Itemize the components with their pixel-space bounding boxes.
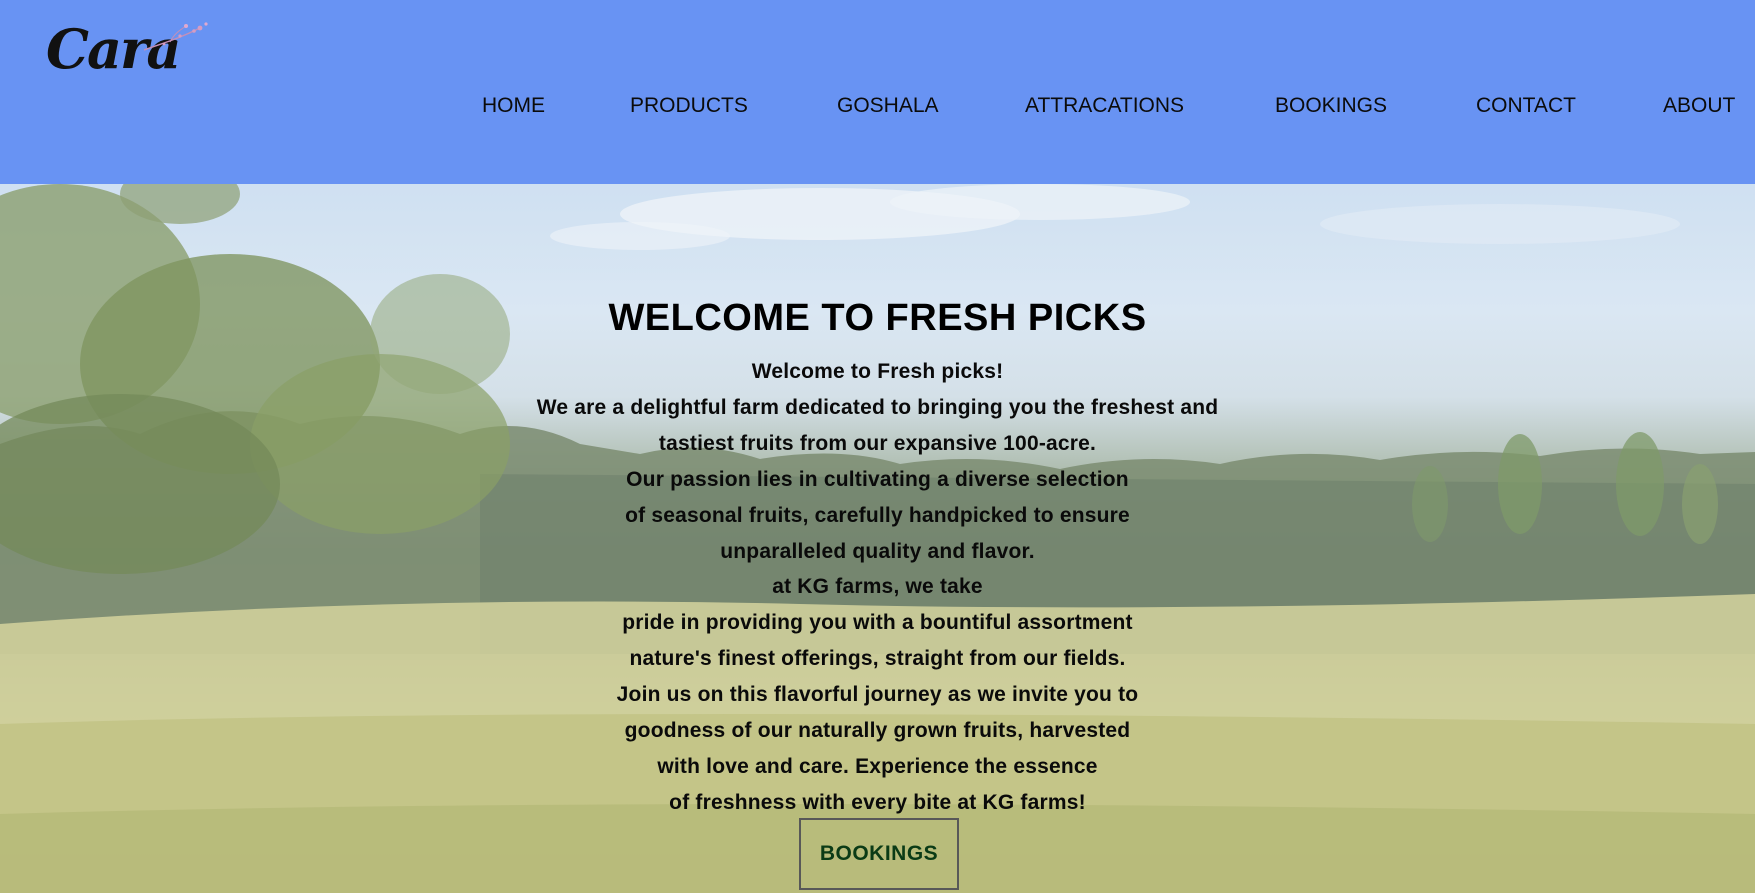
hero-text-line: of seasonal fruits, carefully handpicked… — [625, 503, 1130, 527]
nav-home[interactable]: HOME — [482, 92, 545, 120]
hero-text-line: of freshness with every bite at KG farms… — [669, 790, 1086, 814]
hero-text-line: Join us on this flavorful journey as we … — [616, 683, 1139, 707]
hero-text-line: We are a delightful farm dedicated to br… — [536, 395, 1219, 419]
hero-text-line: unparalleled quality and flavor. — [720, 539, 1035, 563]
nav-attracations[interactable]: ATTRACATIONS — [1025, 92, 1184, 120]
hero-text-line: pride in providing you with a bountiful … — [622, 611, 1133, 635]
nav-about[interactable]: ABOUT — [1663, 92, 1735, 120]
flower-sprig-icon — [143, 22, 208, 51]
hero-description: Welcome to Fresh picks! We are a delight… — [0, 354, 1755, 821]
page: Cara HOME PRODUCTS GOSHALA ATTRACATIONS … — [0, 0, 1755, 893]
logo[interactable]: Cara — [44, 18, 208, 80]
site-header: Cara HOME PRODUCTS GOSHALA ATTRACATIONS … — [0, 0, 1755, 184]
nav-goshala[interactable]: GOSHALA — [837, 92, 939, 120]
nav-products[interactable]: PRODUCTS — [630, 92, 748, 120]
hero-text-line: goodness of our naturally grown fruits, … — [624, 719, 1131, 743]
hero-section: WELCOME TO FRESH PICKS Welcome to Fresh … — [0, 184, 1755, 893]
hero-text-line: Our passion lies in cultivating a divers… — [626, 467, 1129, 491]
hero-text-line: tastiest fruits from our expansive 100-a… — [658, 431, 1097, 455]
hero-title: WELCOME TO FRESH PICKS — [608, 297, 1147, 339]
nav-contact[interactable]: CONTACT — [1476, 92, 1576, 120]
hero-text-line: with love and care. Experience the essen… — [657, 754, 1098, 778]
hero-text-line: nature's finest offerings, straight from… — [629, 647, 1126, 671]
hero-text-line: Welcome to Fresh picks! — [751, 360, 1004, 383]
bookings-button[interactable]: BOOKINGS — [799, 818, 959, 890]
nav-bookings[interactable]: BOOKINGS — [1275, 92, 1387, 120]
hero-text-line: at KG farms, we take — [772, 575, 983, 599]
main-nav: HOME PRODUCTS GOSHALA ATTRACATIONS BOOKI… — [0, 92, 1755, 120]
